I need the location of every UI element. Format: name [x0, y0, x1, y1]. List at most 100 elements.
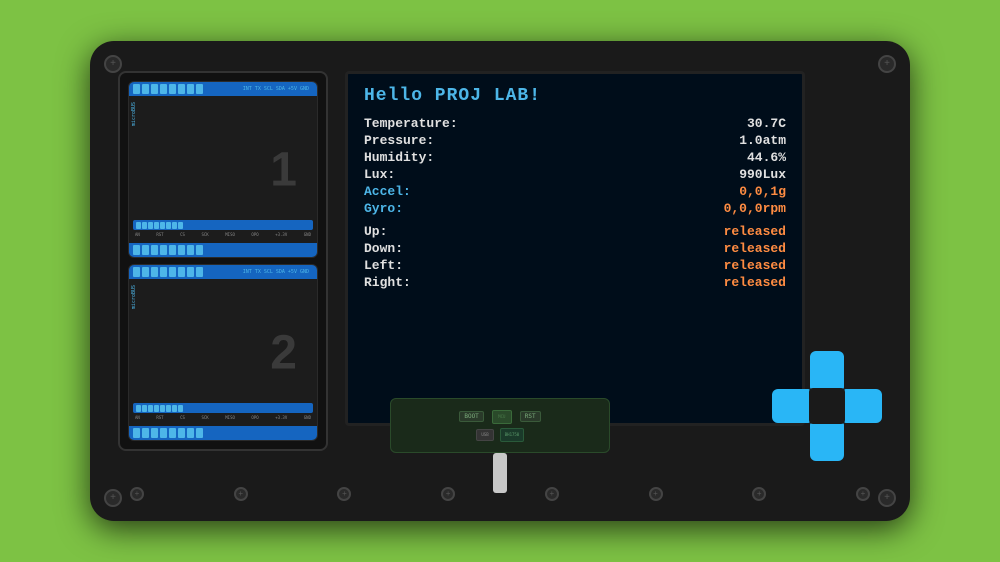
left-label: Left:	[364, 258, 403, 273]
bottom-pcb: BOOT MCU RST USB BH1750	[390, 398, 610, 453]
dpad	[772, 351, 882, 461]
pin	[178, 222, 183, 229]
pin	[142, 405, 147, 412]
pin	[148, 222, 153, 229]
terminal-pin	[151, 245, 158, 255]
dpad-up-button[interactable]	[810, 351, 844, 389]
terminal-pin	[160, 84, 167, 94]
rst-button[interactable]: RST	[520, 411, 541, 422]
screw-top-right	[878, 55, 896, 73]
terminal-pin	[151, 267, 158, 277]
terminal-pin	[169, 245, 176, 255]
pin	[154, 405, 159, 412]
pin	[172, 405, 177, 412]
pin	[142, 222, 147, 229]
terminal-pin	[178, 245, 185, 255]
terminal-pin	[187, 84, 194, 94]
up-row: Up: released	[364, 224, 786, 239]
temperature-row: Temperature: 30.7C	[364, 116, 786, 131]
dpad-center	[809, 388, 845, 424]
dpad-left-button[interactable]	[772, 389, 810, 423]
screen-title: Hello PROJ LAB!	[364, 86, 786, 106]
down-label: Down:	[364, 241, 403, 256]
lux-label: Lux:	[364, 167, 395, 182]
pressure-row: Pressure: 1.0atm	[364, 133, 786, 148]
pin	[160, 222, 165, 229]
right-label: Right:	[364, 275, 411, 290]
terminal-pin	[196, 84, 203, 94]
temperature-value: 30.7C	[747, 116, 786, 131]
gyro-row: Gyro: 0,0,0rpm	[364, 201, 786, 216]
terminal-pin	[133, 84, 140, 94]
down-row: Down: released	[364, 241, 786, 256]
terminal-pin	[169, 428, 176, 438]
terminal-pin	[169, 84, 176, 94]
dpad-down-button[interactable]	[810, 423, 844, 461]
screen-container: Hello PROJ LAB! Temperature: 30.7C Press…	[345, 71, 805, 426]
up-value: released	[724, 224, 786, 239]
terminal-pin	[178, 267, 185, 277]
pin	[154, 222, 159, 229]
terminal-pin	[133, 245, 140, 255]
bottom-screw-8	[856, 487, 870, 501]
pin	[160, 405, 165, 412]
terminal-pin	[142, 267, 149, 277]
screw-bottom-right	[878, 489, 896, 507]
terminal-pin	[142, 84, 149, 94]
lux-row: Lux: 990Lux	[364, 167, 786, 182]
pin	[166, 405, 171, 412]
module-1-number: 1	[270, 142, 297, 197]
bottom-screw-1	[130, 487, 144, 501]
up-label: Up:	[364, 224, 387, 239]
module-1-bus-label: microBUS	[131, 102, 137, 126]
dpad-container	[772, 351, 882, 461]
bottom-screw-4	[441, 487, 455, 501]
pressure-label: Pressure:	[364, 133, 434, 148]
terminal-pin	[160, 245, 167, 255]
chip-label: BH1750	[505, 432, 519, 437]
terminal-pin	[178, 428, 185, 438]
terminal-pin	[160, 428, 167, 438]
gyro-label: Gyro:	[364, 201, 403, 216]
humidity-value: 44.6%	[747, 150, 786, 165]
module-1-bottom-strip	[129, 243, 317, 257]
bottom-screw-3	[337, 487, 351, 501]
pressure-value: 1.0atm	[739, 133, 786, 148]
gyro-value: 0,0,0rpm	[724, 201, 786, 216]
dpad-right-button[interactable]	[844, 389, 882, 423]
module-2-bottom-strip	[129, 426, 317, 440]
bottom-screw-row	[130, 487, 870, 501]
accel-row: Accel: 0,0,1g	[364, 184, 786, 199]
usb-label: USB	[481, 432, 488, 437]
humidity-row: Humidity: 44.6%	[364, 150, 786, 165]
terminal-pin	[187, 267, 194, 277]
right-value: released	[724, 275, 786, 290]
device-body: INT TX SCL SDA +5V GND microBUS 1 ANRSTC…	[90, 41, 910, 521]
pin	[178, 405, 183, 412]
module-2-bus-label: microBUS	[131, 285, 137, 309]
lux-value: 990Lux	[739, 167, 786, 182]
screen: Hello PROJ LAB! Temperature: 30.7C Press…	[348, 74, 802, 423]
module-2-number: 2	[270, 325, 297, 380]
terminal-pin	[196, 245, 203, 255]
terminal-pin	[187, 428, 194, 438]
down-value: released	[724, 241, 786, 256]
terminal-pin	[169, 267, 176, 277]
pin	[166, 222, 171, 229]
boot-button[interactable]: BOOT	[459, 411, 483, 422]
terminal-pin	[178, 84, 185, 94]
terminal-pin	[160, 267, 167, 277]
module-1: INT TX SCL SDA +5V GND microBUS 1 ANRSTC…	[128, 81, 318, 258]
humidity-label: Humidity:	[364, 150, 434, 165]
terminal-pin	[142, 245, 149, 255]
accel-label: Accel:	[364, 184, 411, 199]
right-row: Right: released	[364, 275, 786, 290]
terminal-pin	[151, 84, 158, 94]
screw-top-left	[104, 55, 122, 73]
pin	[136, 222, 141, 229]
bottom-screw-7	[752, 487, 766, 501]
left-row: Left: released	[364, 258, 786, 273]
terminal-pin	[187, 245, 194, 255]
bottom-screw-2	[234, 487, 248, 501]
accel-value: 0,0,1g	[739, 184, 786, 199]
